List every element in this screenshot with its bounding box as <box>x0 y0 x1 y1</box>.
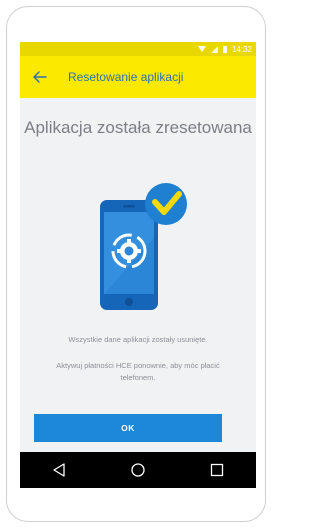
app-bar: Resetowanie aplikacji <box>20 56 256 98</box>
headline: Aplikacja została zresetowana <box>24 118 252 137</box>
main-content: Aplikacja została zresetowana Wszystkie … <box>20 98 256 414</box>
back-triangle-icon <box>53 463 65 477</box>
checkmark-badge-icon <box>145 183 187 225</box>
battery-icon <box>222 45 227 53</box>
signal-icon <box>210 45 218 53</box>
status-time: 14:32 <box>231 44 252 54</box>
back-button[interactable] <box>24 56 56 98</box>
message-reactivate-hce: Aktywuj płatności HCE ponownie, aby móc … <box>56 361 220 382</box>
wifi-icon <box>197 46 206 52</box>
message-data-removed: Wszystkie dane aplikacji zostały usunięt… <box>68 335 208 344</box>
nav-recents-button[interactable] <box>197 452 237 488</box>
nav-home-button[interactable] <box>118 452 158 488</box>
arrow-left-icon <box>33 71 47 83</box>
status-bar: 14:32 <box>20 42 256 56</box>
page-title: Resetowanie aplikacji <box>68 70 184 84</box>
phone-screen: 14:32 Resetowanie aplikacji Aplikacja zo… <box>20 42 256 468</box>
reset-illustration <box>100 183 187 310</box>
home-circle-icon <box>131 463 145 477</box>
system-nav-bar <box>20 452 256 488</box>
gear-sync-icon <box>111 233 147 269</box>
recents-square-icon <box>210 463 223 477</box>
nav-back-button[interactable] <box>39 452 79 488</box>
ok-button[interactable]: OK <box>34 414 222 442</box>
